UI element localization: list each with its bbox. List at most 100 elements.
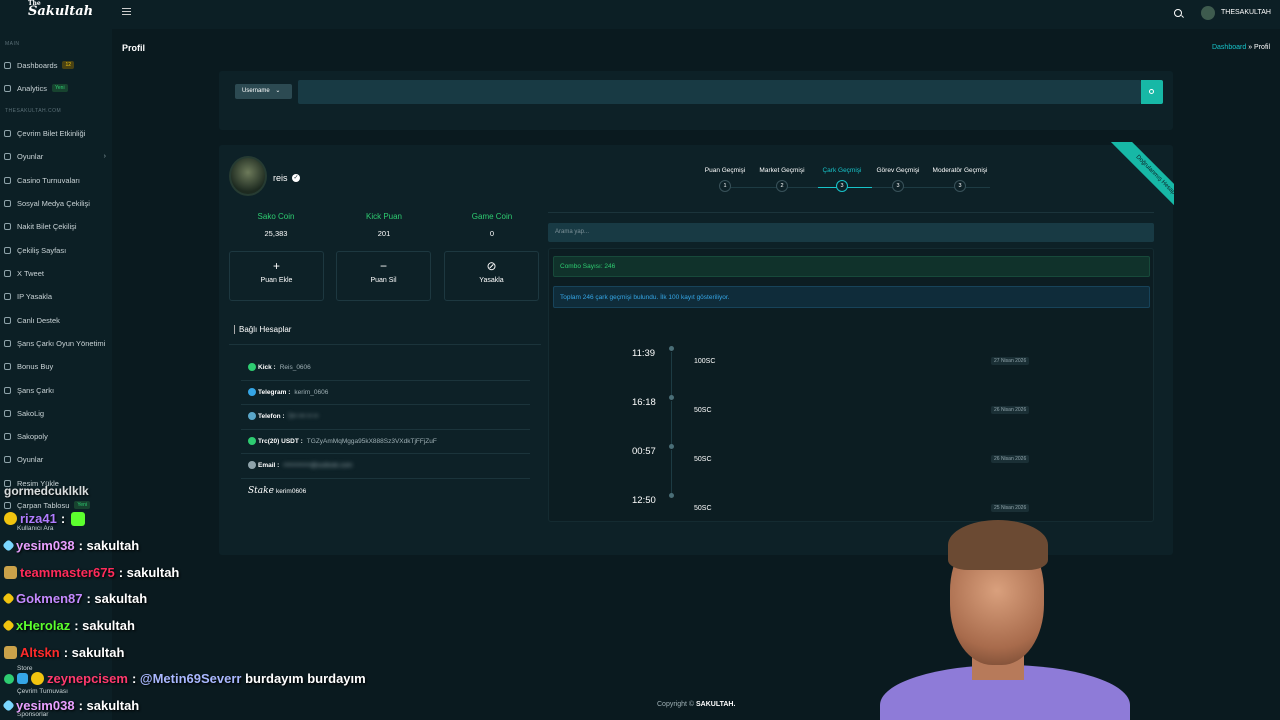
sidebar-item-xtweet[interactable]: X Tweet bbox=[0, 264, 112, 282]
emote-icon bbox=[71, 511, 86, 526]
search-icon[interactable] bbox=[1174, 9, 1182, 17]
ticket-icon bbox=[4, 129, 11, 137]
sidebar-item-bonus[interactable]: Bonus Buy bbox=[0, 357, 112, 375]
chat-message: riza41: bbox=[4, 511, 88, 526]
entry-time: 11:39 bbox=[632, 348, 656, 359]
wheel-icon bbox=[4, 339, 11, 347]
x-icon bbox=[4, 269, 11, 277]
telegram-icon bbox=[248, 388, 256, 396]
trophy-icon bbox=[4, 176, 11, 184]
sidebar-item-label: Şans Çarkı bbox=[17, 385, 55, 395]
check-icon bbox=[4, 673, 14, 684]
divider bbox=[241, 453, 530, 454]
tab-count: 3 bbox=[836, 180, 848, 192]
entry-time: 00:57 bbox=[632, 446, 656, 457]
sidebar-item-oyunlar[interactable]: Oyunlar › bbox=[0, 147, 112, 165]
sidebar-item-destek[interactable]: Canlı Destek bbox=[0, 311, 112, 329]
sidebar-item-label: Sakopoly bbox=[17, 431, 48, 441]
sidebar-item-sakopoly[interactable]: Sakopoly bbox=[0, 427, 112, 445]
stat-value: 0 bbox=[489, 229, 495, 238]
linked-accounts-title: Bağlı Hesaplar bbox=[234, 325, 291, 334]
tab-moderator-gecmisi[interactable]: Moderatör Geçmişi 3 bbox=[925, 167, 995, 192]
user-name[interactable]: THESAKULTAH bbox=[1221, 9, 1271, 16]
divider bbox=[229, 344, 541, 345]
account-label: Email : bbox=[258, 461, 280, 469]
search-button[interactable] bbox=[1141, 80, 1163, 104]
timeline-dot bbox=[669, 395, 674, 400]
account-telegram: Telegram : kerim_0606 bbox=[248, 388, 328, 396]
breadcrumb-home[interactable]: Dashboard bbox=[1212, 44, 1246, 51]
ban-icon: ⊘ bbox=[486, 259, 497, 273]
badge-icon bbox=[4, 646, 17, 659]
sidebar-item-dashboards[interactable]: Dashboards 12 bbox=[0, 56, 112, 74]
sidebar-item-nakit[interactable]: Nakit Bilet Çekilişi bbox=[0, 217, 112, 235]
stat-value: 25,383 bbox=[264, 229, 288, 238]
entry-amount: 100SC bbox=[694, 358, 716, 365]
plus-icon: + bbox=[272, 259, 280, 273]
account-kick: Kick : Reis_0606 bbox=[248, 363, 311, 371]
tether-icon bbox=[248, 437, 256, 445]
account-value: kerim0606 bbox=[275, 487, 307, 495]
entry-date: 26 Nisan 2026 bbox=[991, 455, 1030, 463]
account-value: ••••••••••••@outlook.com bbox=[283, 461, 353, 469]
stat-kick-puan: Kick Puan 201 bbox=[344, 212, 424, 238]
logo[interactable]: The Sakultah bbox=[28, 0, 93, 19]
chat-text: : sakultah bbox=[74, 618, 135, 633]
sidebar-item-cark[interactable]: Şans Çarkı bbox=[0, 381, 112, 399]
chat-message: teammaster675: sakultah bbox=[4, 565, 179, 580]
menu-toggle-icon[interactable] bbox=[122, 8, 131, 15]
stat-label: Sako Coin bbox=[257, 212, 295, 221]
sidebar-item-cevrim[interactable]: Çevrim Bilet Etkinliği bbox=[0, 124, 112, 142]
divider bbox=[241, 478, 530, 479]
ban-icon bbox=[4, 292, 11, 300]
webcam-person-hair bbox=[948, 520, 1048, 570]
sidebar-item-label: Oyunlar bbox=[17, 454, 44, 464]
gift-icon bbox=[4, 246, 11, 254]
sidebar-item-label: Çekiliş Sayfası bbox=[17, 245, 67, 255]
add-points-button[interactable]: + Puan Ekle bbox=[229, 251, 324, 301]
avatar[interactable] bbox=[1201, 6, 1215, 20]
chat-text: : sakultah bbox=[78, 538, 140, 553]
share-icon bbox=[4, 199, 11, 207]
button-label: Yasakla bbox=[479, 277, 504, 284]
ban-button[interactable]: ⊘ Yasakla bbox=[444, 251, 539, 301]
entry-amount: 50SC bbox=[694, 407, 712, 414]
chat-message: yesim038: sakultah bbox=[2, 698, 139, 713]
account-value: Reis_0606 bbox=[279, 363, 311, 371]
sidebar-item-oyunlar-2[interactable]: Oyunlar bbox=[0, 450, 112, 468]
tab-gorev-gecmisi[interactable]: Görev Geçmişi 3 bbox=[863, 167, 933, 192]
chevron-right-icon: › bbox=[103, 152, 106, 160]
sidebar-item-ip[interactable]: IP Yasakla bbox=[0, 287, 112, 305]
remove-points-button[interactable]: − Puan Sil bbox=[336, 251, 431, 301]
history-filter-input[interactable]: Arama yap... bbox=[548, 223, 1154, 242]
chat-message: yesim038: sakultah bbox=[2, 538, 140, 553]
sidebar-item-label: Çarpan Tablosu bbox=[17, 500, 70, 510]
sidebar-item-casino[interactable]: Casino Turnuvaları bbox=[0, 171, 112, 189]
sidebar-item-cekilis[interactable]: Çekiliş Sayfası bbox=[0, 241, 112, 259]
new-badge: Yeni bbox=[74, 501, 90, 509]
sidebar-item-sosyal[interactable]: Sosyal Medya Çekilişi bbox=[0, 194, 112, 212]
search-input[interactable] bbox=[298, 80, 1141, 104]
account-label: Kick : bbox=[258, 363, 276, 371]
tab-label: Görev Geçmişi bbox=[876, 167, 920, 174]
game-icon bbox=[4, 455, 11, 463]
info-alert: Toplam 246 çark geçmişi bulundu. İlk 100… bbox=[553, 286, 1150, 308]
sidebar-item-turnuva[interactable]: Çevrim Turnuvası bbox=[17, 688, 68, 695]
sidebar-item-kullanici[interactable]: Kullanıcı Ara bbox=[17, 525, 54, 532]
sidebar-item-cark-yonetimi[interactable]: Şans Çarkı Oyun Yönetimi bbox=[0, 334, 112, 352]
search-type-select[interactable]: Username ⌄ bbox=[235, 84, 292, 99]
sidebar-item-analytics[interactable]: Analytics Yeni bbox=[0, 79, 112, 97]
timeline-line bbox=[671, 352, 672, 397]
stake-logo: Stake bbox=[248, 486, 274, 496]
sidebar-item-sakolig[interactable]: SakoLig bbox=[0, 404, 112, 422]
timeline-dot bbox=[669, 346, 674, 351]
chat-user: Gokmen87 bbox=[16, 591, 83, 606]
wheel-icon bbox=[4, 386, 11, 394]
footer: Copyright © SAKULTAH. bbox=[657, 701, 735, 708]
breadcrumb-current: Profil bbox=[1254, 44, 1270, 51]
stat-game-coin: Game Coin 0 bbox=[452, 212, 532, 238]
account-phone: Telefon :5•• ••• •• •• bbox=[248, 412, 318, 420]
chat-user: riza41 bbox=[20, 511, 57, 526]
chat-message: Gokmen87: sakultah bbox=[2, 591, 147, 606]
history-entry: 11:39 100SC 27 Nisan 2026 bbox=[548, 346, 1154, 397]
